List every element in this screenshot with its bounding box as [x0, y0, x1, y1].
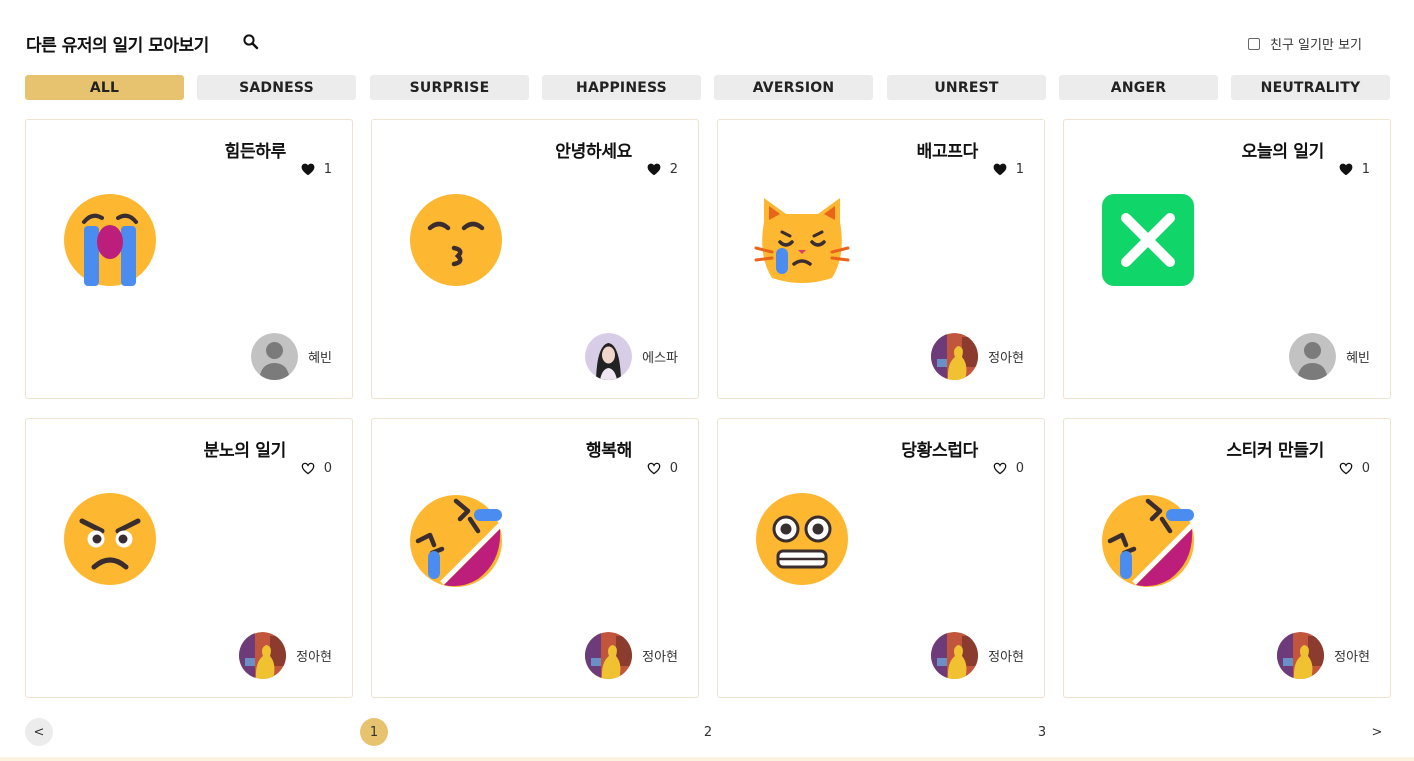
- friend-only-checkbox[interactable]: [1248, 37, 1260, 50]
- tab-anger[interactable]: ANGER: [1059, 75, 1218, 100]
- heart-filled-icon: [993, 163, 1007, 176]
- like-button[interactable]: 1: [1339, 162, 1370, 177]
- author-info[interactable]: 정아현: [1277, 632, 1370, 679]
- like-button[interactable]: 1: [993, 162, 1024, 177]
- like-button[interactable]: 1: [301, 162, 332, 177]
- diary-card[interactable]: 배고프다 1 정아현: [717, 119, 1045, 399]
- author-name: 정아현: [1334, 650, 1370, 665]
- author-info[interactable]: 정아현: [585, 632, 678, 679]
- author-name: 정아현: [988, 650, 1024, 665]
- diary-card[interactable]: 당황스럽다 0 정아현: [717, 418, 1045, 698]
- author-name: 혜빈: [308, 351, 332, 366]
- like-count: 0: [669, 461, 678, 476]
- like-count: 1: [1361, 162, 1370, 177]
- author-info[interactable]: 혜빈: [1289, 333, 1370, 380]
- illustration-avatar: [931, 632, 979, 679]
- tab-sadness[interactable]: SADNESS: [197, 75, 356, 100]
- default-avatar-icon: [1289, 333, 1337, 380]
- kissing-face-icon: [410, 194, 502, 286]
- like-button[interactable]: 2: [647, 162, 678, 177]
- like-button[interactable]: 0: [993, 461, 1024, 476]
- illustration-avatar: [239, 632, 287, 679]
- author-info[interactable]: 혜빈: [251, 333, 332, 380]
- diary-card[interactable]: 힘든하루 1 혜빈: [25, 119, 353, 399]
- diary-title: 배고프다: [916, 142, 979, 162]
- default-avatar-icon: [251, 333, 299, 380]
- author-name: 정아현: [642, 650, 678, 665]
- author-info[interactable]: 정아현: [931, 632, 1024, 679]
- like-count: 1: [323, 162, 332, 177]
- loudly-crying-face-icon: [64, 194, 156, 286]
- like-button[interactable]: 0: [647, 461, 678, 476]
- friend-only-label: 친구 일기만 보기: [1270, 38, 1362, 53]
- like-button[interactable]: 0: [1339, 461, 1370, 476]
- author-info[interactable]: 정아현: [239, 632, 332, 679]
- like-count: 0: [1015, 461, 1024, 476]
- prev-page-button[interactable]: <: [25, 718, 53, 746]
- next-page-button[interactable]: >: [1363, 718, 1391, 746]
- heart-outline-icon: [993, 462, 1007, 475]
- heart-filled-icon: [1339, 163, 1353, 176]
- page-header: 다른 유저의 일기 모아보기 친구 일기만 보기: [26, 30, 1366, 56]
- diary-card[interactable]: 안녕하세요 2 에스파: [371, 119, 699, 399]
- author-info[interactable]: 정아현: [931, 333, 1024, 380]
- author-name: 혜빈: [1346, 351, 1370, 366]
- diary-card[interactable]: 오늘의 일기 1 혜빈: [1063, 119, 1391, 399]
- pagination: < 1 2 3 >: [25, 718, 1391, 748]
- rolling-laughing-face-icon: [410, 495, 502, 587]
- diary-title: 분노의 일기: [203, 441, 287, 461]
- page-3-button[interactable]: 3: [1028, 718, 1056, 746]
- illustration-avatar: [931, 333, 979, 380]
- heart-outline-icon: [301, 462, 315, 475]
- diary-card[interactable]: 스티커 만들기 0 정아현: [1063, 418, 1391, 698]
- diary-title: 오늘의 일기: [1241, 142, 1325, 162]
- author-name: 정아현: [296, 650, 332, 665]
- illustration-avatar: [1277, 632, 1325, 679]
- like-count: 0: [1361, 461, 1370, 476]
- search-icon[interactable]: [242, 33, 260, 51]
- diary-card[interactable]: 분노의 일기 0 정아현: [25, 418, 353, 698]
- rolling-laughing-face-icon: [1102, 495, 1194, 587]
- page-1-button[interactable]: 1: [360, 718, 388, 746]
- heart-filled-icon: [647, 163, 661, 176]
- page-2-button[interactable]: 2: [694, 718, 722, 746]
- tab-unrest[interactable]: UNREST: [887, 75, 1046, 100]
- emotion-tabs: ALL SADNESS SURPRISE HAPPINESS AVERSION …: [25, 75, 1391, 101]
- tab-surprise[interactable]: SURPRISE: [370, 75, 529, 100]
- friend-only-toggle[interactable]: 친구 일기만 보기: [1248, 34, 1362, 53]
- diary-title: 당황스럽다: [901, 441, 978, 461]
- heart-outline-icon: [647, 462, 661, 475]
- diary-title: 스티커 만들기: [1226, 441, 1324, 461]
- grimacing-face-icon: [756, 493, 848, 585]
- illustration-avatar: [585, 632, 633, 679]
- cross-mark-icon: [1102, 194, 1194, 286]
- angry-face-icon: [64, 493, 156, 585]
- like-count: 2: [669, 162, 678, 177]
- like-button[interactable]: 0: [301, 461, 332, 476]
- crying-cat-icon: [754, 198, 850, 283]
- tab-aversion[interactable]: AVERSION: [714, 75, 873, 100]
- tab-happiness[interactable]: HAPPINESS: [542, 75, 701, 100]
- author-name: 정아현: [988, 351, 1024, 366]
- page-title: 다른 유저의 일기 모아보기: [26, 36, 209, 56]
- footer-divider: [0, 757, 1414, 761]
- diary-title: 힘든하루: [224, 142, 287, 162]
- diary-title: 행복해: [585, 441, 632, 461]
- tab-neutrality[interactable]: NEUTRALITY: [1231, 75, 1390, 100]
- like-count: 0: [323, 461, 332, 476]
- diary-card[interactable]: 행복해 0 정아현: [371, 418, 699, 698]
- diary-title: 안녕하세요: [555, 142, 632, 162]
- tab-all[interactable]: ALL: [25, 75, 184, 100]
- profile-photo-avatar: [585, 333, 633, 380]
- author-name: 에스파: [642, 351, 678, 366]
- like-count: 1: [1015, 162, 1024, 177]
- heart-filled-icon: [301, 163, 315, 176]
- author-info[interactable]: 에스파: [585, 333, 678, 380]
- heart-outline-icon: [1339, 462, 1353, 475]
